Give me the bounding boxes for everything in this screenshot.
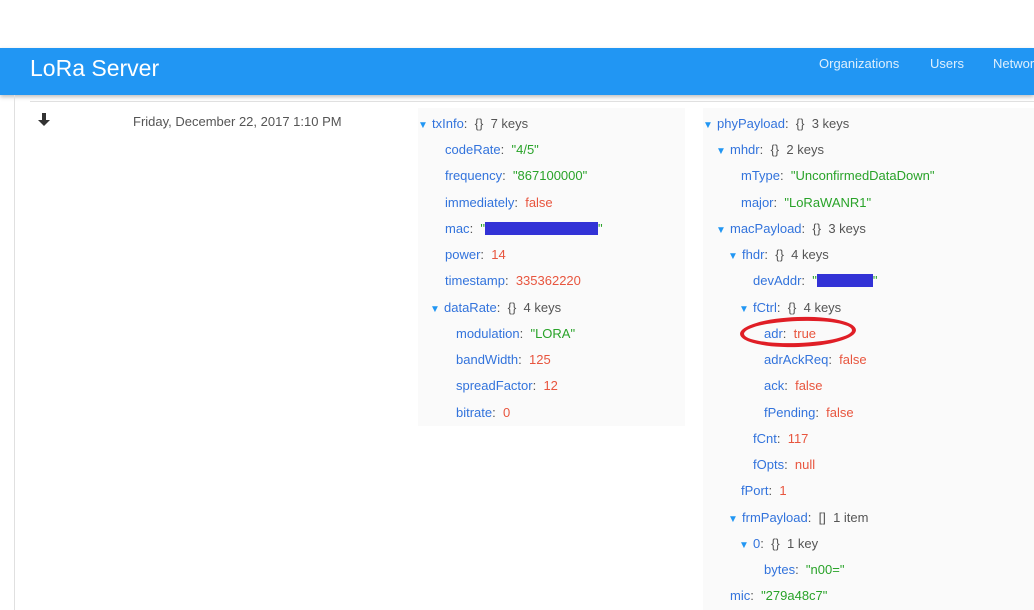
json-entry-adrackreq: adrAckReq: false [764,352,867,367]
redacted-mac-block [485,222,599,235]
redacted-devaddr-block [816,274,873,287]
card-left-border [14,95,15,610]
json-entry-modulation: modulation: "LORA" [456,326,576,341]
json-entry-fopts: fOpts: null [753,457,816,472]
caret-down-icon[interactable]: ▼ [430,302,444,318]
caret-down-icon[interactable]: ▼ [728,512,742,528]
frame-timestamp: Friday, December 22, 2017 1:10 PM [133,114,342,129]
macpayload-node[interactable]: ▼ macPayload: {} 3 keys [716,221,866,239]
caret-down-icon[interactable]: ▼ [716,144,730,160]
json-entry-coderate: codeRate: "4/5" [445,142,539,157]
json-entry-ack: ack: false [764,378,823,393]
fctrl-node[interactable]: ▼ fCtrl: {} 4 keys [739,300,841,318]
json-entry-devaddr: devAddr: " " [753,273,878,288]
fhdr-node[interactable]: ▼ fhdr: {} 4 keys [728,247,829,265]
caret-down-icon[interactable]: ▼ [703,118,717,134]
download-icon[interactable] [37,112,51,128]
txinfo-node[interactable]: ▼ txInfo: {} 7 keys [418,116,528,134]
json-entry-mic: mic: "279a48c7" [730,588,828,603]
mhdr-node[interactable]: ▼ mhdr: {} 2 keys [716,142,824,160]
json-entry-bandwidth: bandWidth: 125 [456,352,551,367]
json-entry-fcnt: fCnt: 117 [753,431,809,446]
top-nav: Organizations Users Networ [0,48,1034,95]
json-entry-spreadfactor: spreadFactor: 12 [456,378,558,393]
json-entry-mac: mac: " " [445,221,603,236]
caret-down-icon[interactable]: ▼ [728,249,742,265]
json-entry-fpending: fPending: false [764,405,854,420]
row-divider [30,101,1034,102]
datarate-node[interactable]: ▼ dataRate: {} 4 keys [430,300,561,318]
json-entry-fport: fPort: 1 [741,483,787,498]
nav-organizations[interactable]: Organizations [819,56,899,72]
phypayload-node[interactable]: ▼ phyPayload: {} 3 keys [703,116,849,134]
json-entry-frequency: frequency: "867100000" [445,168,588,183]
nav-network-servers[interactable]: Networ [993,56,1034,72]
frmpayload-item-0-node[interactable]: ▼ 0: {} 1 key [739,536,818,554]
caret-down-icon[interactable]: ▼ [716,223,730,239]
json-entry-power: power: 14 [445,247,506,262]
json-entry-immediately: immediately: false [445,195,553,210]
json-entry-major: major: "LoRaWANR1" [741,195,872,210]
nav-users[interactable]: Users [930,56,964,72]
caret-down-icon[interactable]: ▼ [739,302,753,318]
caret-down-icon[interactable]: ▼ [739,538,753,554]
json-entry-bytes: bytes: "n00=" [764,562,845,577]
caret-down-icon[interactable]: ▼ [418,118,432,134]
app-bar: LoRa Server Organizations Users Networ [0,48,1034,95]
frmpayload-node[interactable]: ▼ frmPayload: [] 1 item [728,510,868,528]
json-entry-timestamp: timestamp: 335362220 [445,273,581,288]
json-entry-mtype: mType: "UnconfirmedDataDown" [741,168,935,183]
json-entry-bitrate: bitrate: 0 [456,405,511,420]
